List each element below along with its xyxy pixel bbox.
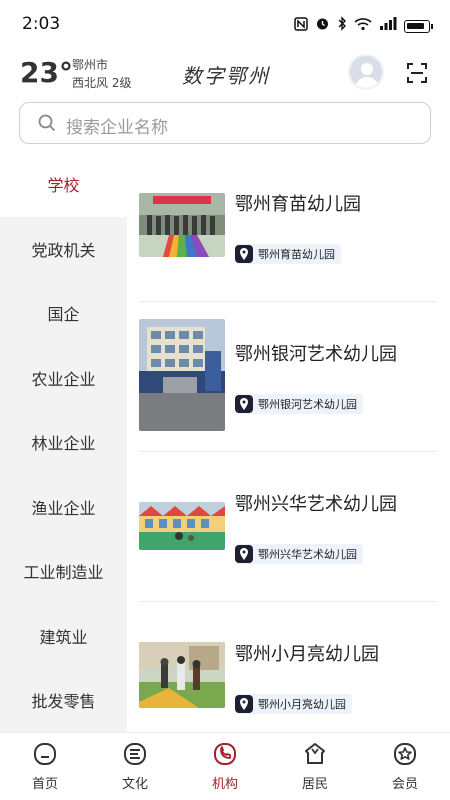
app-logo: 数字鄂州 (182, 64, 270, 88)
tag-label: 鄂州小月亮幼儿园 (258, 698, 346, 711)
list-item[interactable]: 鄂州育苗幼儿园 鄂州育苗幼儿园 (139, 152, 437, 302)
tab-label: 会员 (391, 777, 418, 792)
category-item[interactable]: 工业制造业 (0, 539, 127, 604)
tab-label: 居民 (301, 777, 328, 792)
institution-title: 鄂州小月亮幼儿园 (235, 644, 379, 665)
list-item[interactable]: 鄂州兴华艺术幼儿园 鄂州兴华艺术幼儿园 (139, 452, 437, 602)
wind-info: 西北风 2级 (72, 76, 132, 90)
list-item[interactable]: 鄂州小月亮幼儿园 鄂州小月亮幼儿园 (139, 602, 437, 732)
school-photo (139, 193, 225, 257)
tab-culture[interactable]: 文化 (90, 733, 180, 800)
school-photo (139, 642, 225, 708)
tab-institution[interactable]: 机构 (180, 733, 270, 800)
tag-label: 鄂州银河艺术幼儿园 (258, 398, 357, 411)
institution-title: 鄂州银河艺术幼儿园 (235, 344, 397, 365)
tab-label: 首页 (31, 777, 58, 792)
status-icons (294, 16, 433, 36)
institution-icon (214, 743, 236, 765)
resident-icon (305, 743, 325, 764)
home-icon (34, 743, 56, 765)
status-bar: 2:03 (0, 0, 450, 48)
institution-title: 鄂州育苗幼儿园 (235, 194, 361, 215)
alarm-icon (315, 16, 330, 36)
scan-icon[interactable] (406, 62, 428, 84)
city-name: 鄂州市 (72, 58, 109, 72)
institution-title: 鄂州兴华艺术幼儿园 (235, 494, 397, 515)
avatar[interactable] (348, 54, 384, 90)
tab-home[interactable]: 首页 (0, 733, 90, 800)
bluetooth-icon (337, 16, 347, 36)
list-item[interactable]: 鄂州银河艺术幼儿园 鄂州银河艺术幼儿园 (139, 302, 437, 452)
member-icon (394, 743, 416, 765)
header: 23° 鄂州市 西北风 2级 数字鄂州 (0, 50, 450, 96)
location-pin-icon (235, 395, 253, 413)
institution-tag: 鄂州育苗幼儿园 (235, 244, 341, 264)
location-pin-icon (235, 695, 253, 713)
tab-member[interactable]: 会员 (360, 733, 450, 800)
tab-resident[interactable]: 居民 (270, 733, 360, 800)
bottom-tab-bar: 首页 文化 机构 居民 会员 (0, 732, 450, 800)
school-photo (139, 502, 225, 550)
school-photo (139, 319, 225, 431)
institution-tag: 鄂州兴华艺术幼儿园 (235, 544, 363, 564)
tab-label: 机构 (211, 777, 238, 792)
category-item[interactable]: 林业企业 (0, 410, 127, 475)
category-item[interactable]: 国企 (0, 281, 127, 346)
tab-label: 文化 (121, 777, 148, 792)
category-item[interactable]: 学校 (0, 152, 127, 217)
category-item[interactable]: 党政机关 (0, 217, 127, 282)
location-pin-icon (235, 545, 253, 563)
search-icon (38, 114, 56, 132)
institution-tag: 鄂州小月亮幼儿园 (235, 694, 352, 714)
location-pin-icon (235, 245, 253, 263)
search-input[interactable]: 搜索企业名称 (66, 113, 168, 138)
temperature: 23° (20, 56, 73, 89)
category-item[interactable]: 农业企业 (0, 346, 127, 411)
culture-icon (124, 743, 146, 765)
category-item[interactable]: 批发零售 (0, 668, 127, 733)
institution-tag: 鄂州银河艺术幼儿园 (235, 394, 363, 414)
wifi-icon (354, 17, 372, 36)
tag-label: 鄂州育苗幼儿园 (258, 248, 335, 261)
signal-icon (379, 17, 397, 35)
institution-list: 鄂州育苗幼儿园 鄂州育苗幼儿园 鄂州银河艺术幼儿园 鄂州银河艺术幼儿园 鄂州兴华… (127, 152, 450, 732)
status-time: 2:03 (22, 14, 61, 34)
search-bar[interactable]: 搜索企业名称 (19, 102, 431, 144)
category-item[interactable]: 建筑业 (0, 604, 127, 669)
nfc-icon (294, 16, 308, 36)
category-item[interactable]: 渔业企业 (0, 475, 127, 540)
battery-icon (404, 19, 433, 33)
category-sidebar: 学校 党政机关 国企 农业企业 林业企业 渔业企业 工业制造业 建筑业 批发零售 (0, 152, 127, 732)
tag-label: 鄂州兴华艺术幼儿园 (258, 548, 357, 561)
